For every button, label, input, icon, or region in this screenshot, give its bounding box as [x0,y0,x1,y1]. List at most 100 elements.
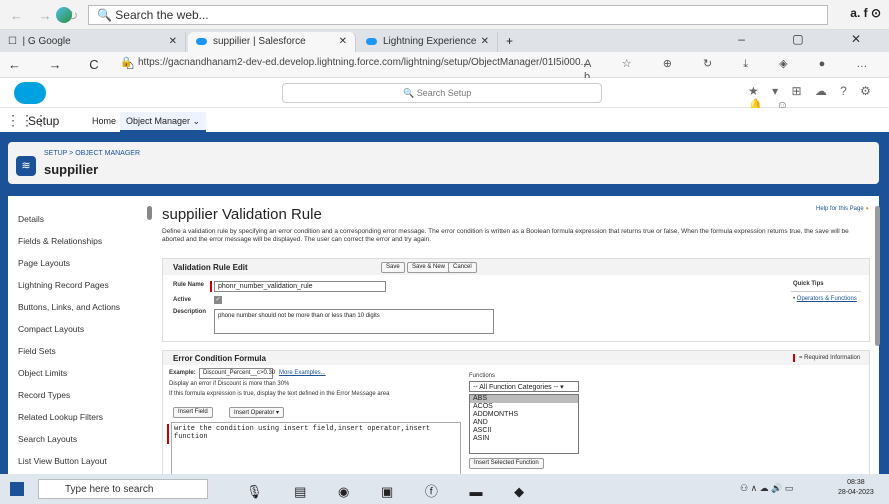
tab-google-label: Google [38,36,71,47]
tab-lightning-label: Lightning Experience [383,36,477,47]
tab-salesforce[interactable]: suppilier | Salesforce ✕ [188,32,356,52]
nav-object-manager[interactable]: Object Manager ⌄ [120,112,207,132]
window-controls[interactable]: – ▢ ✕ [738,32,883,46]
insert-selected-function-button[interactable]: Insert Selected Function [469,458,544,469]
url-field[interactable]: https://gacnandhanam2-dev-ed.develop.lig… [138,57,589,68]
sidebar-item-record-types[interactable]: Record Types [18,390,70,400]
description-label: Description [173,309,207,315]
sidebar-item-object-limits[interactable]: Object Limits [18,368,67,378]
rule-name-label: Rule Name [173,282,205,288]
formula-instructions: If this formula expression is true, disp… [169,391,390,397]
system-tray-icons[interactable]: ⚇ ∧ ☁ 🔊 ▭ [740,483,793,494]
salesforce-cloud-icon [366,37,377,45]
close-icon[interactable]: ✕ [339,36,347,47]
setup-search-input[interactable]: 🔍 Search Setup [282,83,602,103]
help-icon: ● [865,206,869,212]
operators-functions-link[interactable]: Operators & Functions [797,296,857,302]
object-header-card: ≋ SETUP > OBJECT MANAGER suppilier [8,142,879,184]
active-label: Active [173,297,192,303]
sidebar-item-search-layouts[interactable]: Search Layouts [18,434,77,444]
description-textarea[interactable]: phone number should not be more than or … [214,309,494,334]
object-name: suppilier [44,162,99,177]
functions-label: Functions [469,373,496,379]
toolbar-right-icons[interactable]: a. f ⊙ [850,6,881,20]
sidebar-item-page-layouts[interactable]: Page Layouts [18,258,70,268]
page-description: Define a validation rule by specifying a… [162,228,849,243]
close-icon[interactable]: ✕ [481,36,489,47]
taskbar-search-text: Type here to search [65,484,154,495]
formula-text-line2: function [174,433,208,441]
tab-lightning[interactable]: Lightning Experience ✕ [358,32,498,52]
address-bar: ← → C ⌂ 🔒 https://gacnandhanam2-dev-ed.d… [0,52,889,83]
save-button[interactable]: Save [381,262,405,273]
function-item[interactable]: ASIN [470,435,578,443]
sidebar-item-list-view[interactable]: List View Button Layout [18,456,107,466]
function-item[interactable]: ABS [470,395,578,403]
functions-listbox[interactable]: ABS ACOS ADDMONTHS AND ASCII ASIN [469,394,579,454]
breadcrumb[interactable]: SETUP > OBJECT MANAGER [44,150,140,157]
help-link[interactable]: Help for this Page ● [816,206,869,212]
sidebar-item-field-sets[interactable]: Field Sets [18,346,56,356]
sidebar: Details Fields & Relationships Page Layo… [8,196,156,474]
nav-arrows-icon[interactable]: ← → ↻ [10,8,84,24]
cancel-button[interactable]: Cancel [448,262,477,273]
section-header-bg [163,351,869,365]
setup-search-text: Search Setup [416,88,472,98]
section-title: Validation Rule Edit [173,263,248,272]
sidebar-item-lookup-filters[interactable]: Related Lookup Filters [18,412,103,422]
rule-name-input[interactable]: phonr_number_validation_rule [214,281,386,292]
tab-salesforce-label: suppilier | Salesforce [213,36,306,47]
help-link-label: Help for this Page [816,206,864,212]
insert-operator-button[interactable]: Insert Operator ▾ [229,407,285,418]
function-item[interactable]: ADDMONTHS [470,411,578,419]
windows-start-icon[interactable] [10,482,24,496]
salesforce-logo-icon[interactable] [14,82,46,104]
formula-editor[interactable]: write the condition using insert field,i… [171,422,461,474]
tab-google[interactable]: ☐ | G Google ✕ [0,32,186,52]
function-category-select[interactable]: -- All Function Categories -- ▾ [469,381,579,392]
section-title: Error Condition Formula [173,354,266,363]
function-item[interactable]: ASCII [470,427,578,435]
edge-logo-icon[interactable] [56,7,72,23]
function-item[interactable]: ACOS [470,403,578,411]
function-category-value: -- All Function Categories -- [473,384,559,391]
taskbar: Type here to search 🎙 ▤ ◉ ▣ ⓕ ▬ ◆ ⚇ ∧ ☁ … [0,474,889,504]
main-scrollbar[interactable] [875,206,880,346]
formula-text-line1: write the condition using insert field,i… [174,425,431,433]
insert-field-button[interactable]: Insert Field [173,407,213,418]
close-icon[interactable]: ✕ [169,36,177,47]
quick-tips-title: Quick Tips [793,281,824,287]
sidebar-item-buttons[interactable]: Buttons, Links, and Actions [18,302,120,312]
layers-icon: ≋ [16,156,36,176]
sidebar-item-compact-layouts[interactable]: Compact Layouts [18,324,84,334]
page-title: suppilier Validation Rule [162,206,322,223]
sidebar-item-details[interactable]: Details [18,214,44,224]
sidebar-scrollbar[interactable] [147,206,152,220]
sidebar-item-fields[interactable]: Fields & Relationships [18,236,102,246]
example-label: Example: [169,370,196,376]
section-header-bg [163,259,869,275]
setup-title: Setup [28,114,60,128]
new-tab-button[interactable]: + [506,34,513,48]
taskbar-search[interactable]: Type here to search [38,479,208,499]
quick-tips-divider [791,291,861,292]
browser-search-bar: ← → ↻ 🔍 Search the web... a. f ⊙ [0,0,889,30]
save-new-button[interactable]: Save & New [407,262,451,273]
required-marker [793,354,795,362]
nav-object-manager-label: Object Manager [126,116,191,126]
clock[interactable]: 08:38 28-04-2023 [838,478,874,498]
more-examples-link[interactable]: More Examples... [279,370,326,376]
required-marker [210,281,212,292]
function-item[interactable]: AND [470,419,578,427]
example-description: Display an error if Discount is more tha… [169,381,290,387]
insert-operator-label: Insert Operator [234,410,275,416]
example-value: Discount_Percent__c>0.30 [199,368,275,379]
clock-date: 28-04-2023 [838,489,874,496]
active-checkbox[interactable]: ✓ [214,296,222,304]
taskbar-app-icons[interactable]: 🎙 ▤ ◉ ▣ ⓕ ▬ ◆ [246,481,538,500]
main-content: suppilier Validation Rule Help for this … [156,196,879,474]
nav-home[interactable]: Home [92,116,116,126]
sidebar-item-lightning-pages[interactable]: Lightning Record Pages [18,280,109,290]
web-search-input[interactable]: 🔍 Search the web... [88,5,828,25]
required-marker [167,424,169,444]
